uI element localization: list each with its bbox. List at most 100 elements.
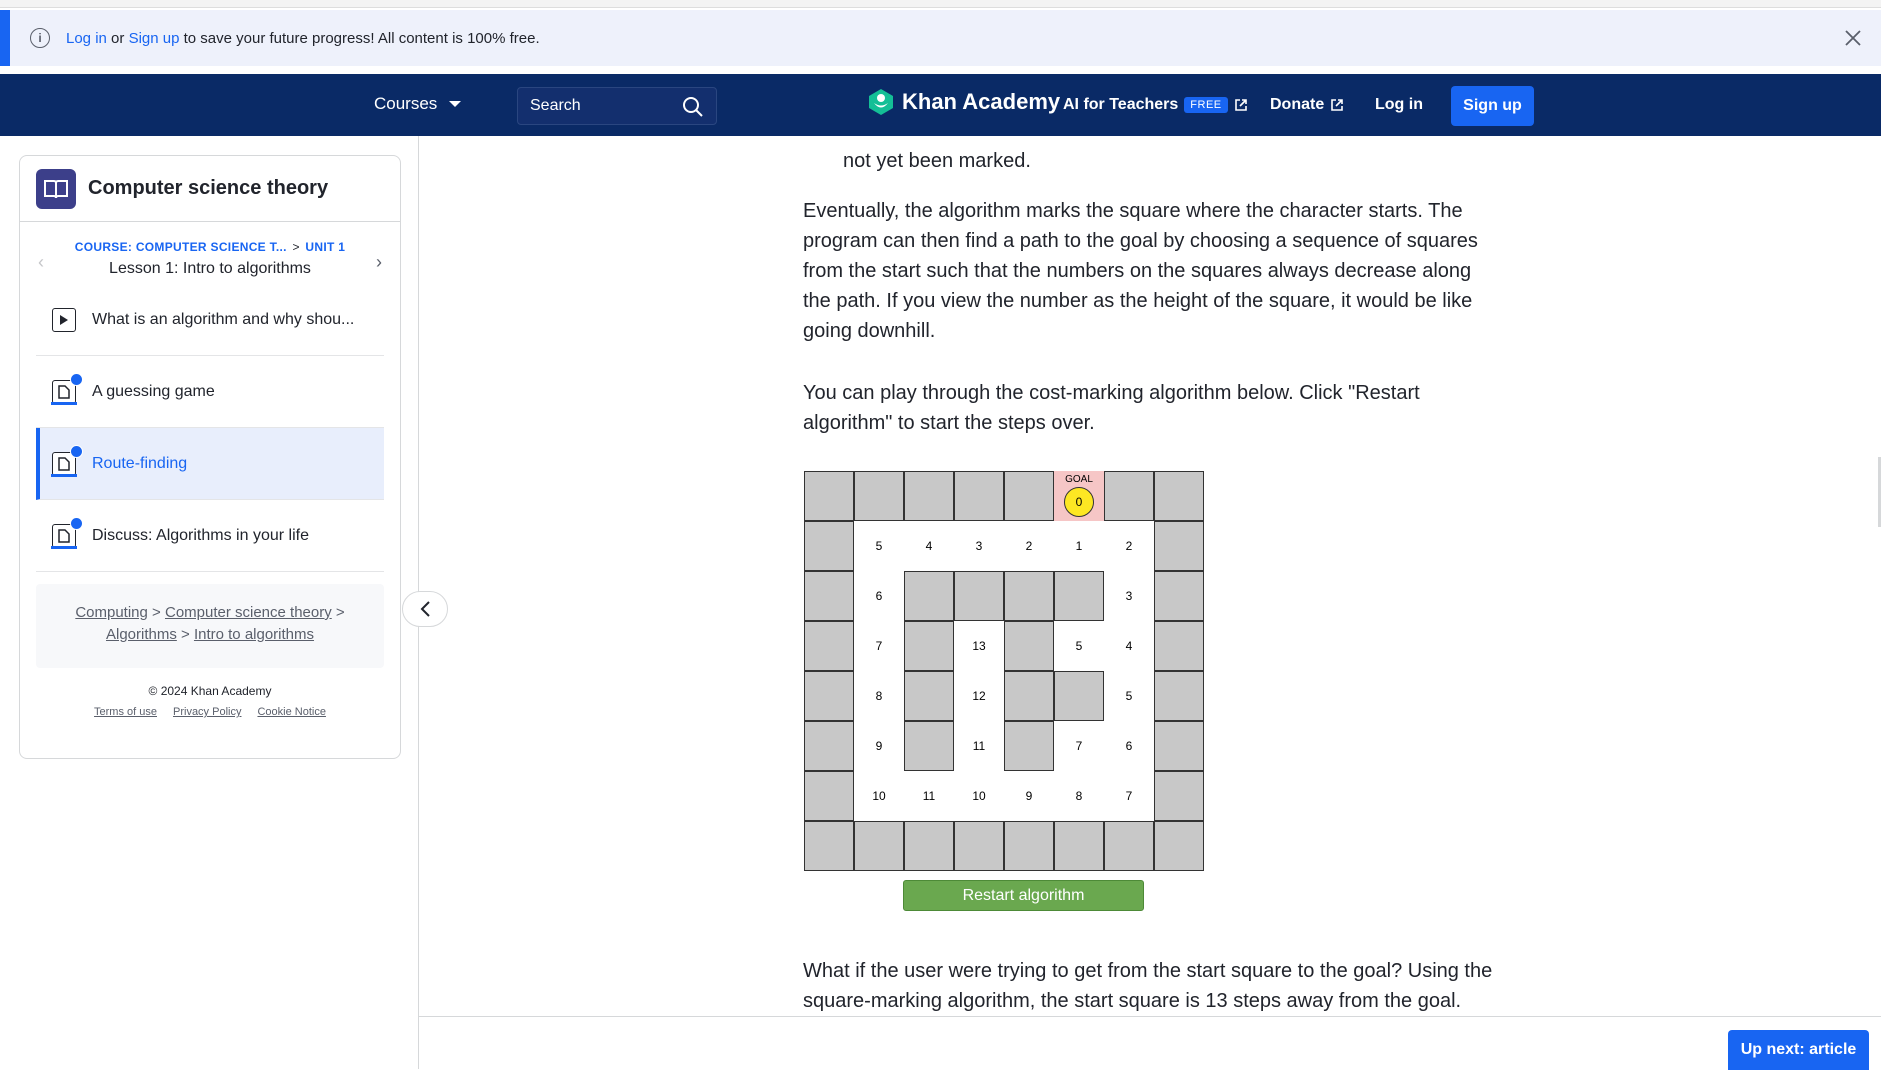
sidebar-header: Computer science theory <box>20 156 400 222</box>
article-paragraph-3: What if the user were trying to get from… <box>803 960 1493 1012</box>
sidebar-item-label: What is an algorithm and why shou... <box>92 310 355 328</box>
crumb-sep: > <box>181 626 190 643</box>
free-badge: FREE <box>1184 97 1228 113</box>
grid-cost-cell: 7 <box>875 639 883 653</box>
progress-bar <box>51 545 77 549</box>
grid-cost-cell: 2 <box>1025 539 1033 553</box>
banner-login-link[interactable]: Log in <box>66 30 107 47</box>
grid-cost-cell: 11 <box>922 789 936 803</box>
lesson-title: Lesson 1: Intro to algorithms <box>109 260 311 277</box>
close-banner-button[interactable] <box>1839 24 1867 52</box>
grid-wall-cell <box>1104 471 1154 521</box>
grid-cost-cell: 3 <box>975 539 983 553</box>
sidebar-item-label: Discuss: Algorithms in your life <box>92 526 309 544</box>
terms-link[interactable]: Terms of use <box>94 706 157 718</box>
grid-wall-cell <box>804 821 854 871</box>
grid-cost-cell: 2 <box>1125 539 1133 553</box>
course-sidebar: Computer science theory ‹ COURSE: COMPUT… <box>19 155 401 759</box>
progress-bar <box>51 473 77 477</box>
grid-cost-cell: 7 <box>1075 739 1083 753</box>
nav-login-link[interactable]: Log in <box>1375 96 1423 114</box>
crumb-sep: > <box>152 604 161 621</box>
grid-cost-cell: 6 <box>1125 739 1133 753</box>
crumb-algorithms[interactable]: Algorithms <box>106 626 177 643</box>
courses-label: Courses <box>374 94 438 113</box>
video-icon <box>52 307 76 332</box>
grid-wall-cell <box>1154 571 1204 621</box>
ai-for-teachers-link[interactable]: AI for Teachers FREE <box>1063 96 1248 114</box>
grid-wall-cell <box>1004 721 1054 771</box>
course-title[interactable]: Computer science theory <box>88 177 328 200</box>
banner-message: to save your future progress! All conten… <box>179 29 540 47</box>
grid-cost-cell: 8 <box>1075 789 1083 803</box>
caret-down-icon <box>449 101 462 107</box>
grid-wall-cell <box>1154 521 1204 571</box>
search-input[interactable] <box>530 97 680 115</box>
sidebar-item-discuss[interactable]: Discuss: Algorithms in your life <box>36 500 384 572</box>
sidebar-item-route-finding[interactable]: Route-finding <box>36 428 384 500</box>
grid-wall-cell <box>904 821 954 871</box>
external-link-icon <box>1234 99 1247 111</box>
chevron-left-icon <box>420 601 430 617</box>
cost-marking-grid: GOAL 0 5 4 3 2 1 2 6 3 7 13 5 4 8 12 5 9 11 7 6 10 11 10 9 8 7 <box>804 471 1204 871</box>
grid-wall-cell <box>804 621 854 671</box>
crumb-computing[interactable]: Computing <box>75 604 148 621</box>
article-paragraph-2: You can play through the cost-marking al… <box>803 382 1420 434</box>
grid-wall-cell <box>1004 671 1054 721</box>
external-link-icon <box>1331 99 1344 111</box>
grid-cost-cell: 9 <box>875 739 883 753</box>
prev-lesson-icon[interactable]: ‹ <box>38 252 44 273</box>
grid-wall-cell <box>854 821 904 871</box>
character-token: 0 <box>1064 487 1094 517</box>
grid-cost-cell: 1 <box>1075 539 1083 553</box>
collapse-sidebar-button[interactable] <box>402 591 448 627</box>
lesson-header: ‹ COURSE: COMPUTER SCIENCE T... > UNIT 1… <box>20 222 400 284</box>
grid-wall-cell <box>804 571 854 621</box>
donate-link[interactable]: Donate <box>1270 96 1344 114</box>
sidebar-item-what-is-algorithm[interactable]: What is an algorithm and why shou... <box>36 284 384 356</box>
article-icon <box>51 516 83 549</box>
completed-check-icon <box>70 444 83 458</box>
browser-tab-strip <box>0 0 1881 8</box>
sidebar-item-guessing-game[interactable]: A guessing game <box>36 356 384 428</box>
top-nav: Courses Khan Academy AI for Teachers FRE… <box>0 74 1881 136</box>
grid-wall-cell <box>1104 821 1154 871</box>
grid-wall-cell <box>804 671 854 721</box>
cookie-link[interactable]: Cookie Notice <box>257 706 325 718</box>
banner-signup-link[interactable]: Sign up <box>129 30 180 47</box>
breadcrumb-course-link[interactable]: COURSE: COMPUTER SCIENCE T... <box>75 240 287 254</box>
khan-academy-logo[interactable]: Khan Academy <box>868 88 1060 116</box>
grid-cost-cell: 10 <box>972 789 986 803</box>
article-cropped-line: not yet been marked. <box>843 150 1031 172</box>
nav-signup-button[interactable]: Sign up <box>1451 86 1534 126</box>
crumb-cs-theory[interactable]: Computer science theory <box>165 604 332 621</box>
search-icon[interactable] <box>682 96 704 118</box>
topic-breadcrumb: Computing > Computer science theory > Al… <box>36 584 384 668</box>
breadcrumb-separator: > <box>292 240 300 254</box>
grid-wall-cell <box>1154 771 1204 821</box>
grid-cost-cell: 4 <box>1125 639 1133 653</box>
grid-cost-cell: 3 <box>1125 589 1133 603</box>
grid-cost-cell: 10 <box>872 789 886 803</box>
search-box[interactable] <box>517 87 717 125</box>
next-lesson-icon[interactable]: › <box>376 252 382 273</box>
login-banner: i Log in or Sign up to save your future … <box>0 10 1881 66</box>
grid-wall-cell <box>804 521 854 571</box>
breadcrumb-unit-link[interactable]: UNIT 1 <box>305 240 345 254</box>
up-next-button[interactable]: Up next: article <box>1728 1030 1869 1070</box>
banner-or-text: or <box>106 29 129 47</box>
bottom-bar: Up next: article <box>419 1016 1881 1070</box>
restart-algorithm-button[interactable]: Restart algorithm <box>903 880 1144 911</box>
grid-cost-cell: 9 <box>1025 789 1033 803</box>
lesson-breadcrumb: COURSE: COMPUTER SCIENCE T... > UNIT 1 <box>20 240 400 254</box>
grid-wall-cell <box>1054 571 1104 621</box>
courses-menu-button[interactable]: Courses <box>374 94 462 114</box>
grid-wall-cell <box>1004 571 1054 621</box>
grid-wall-cell <box>1004 621 1054 671</box>
privacy-link[interactable]: Privacy Policy <box>173 706 241 718</box>
grid-wall-cell <box>1054 671 1104 721</box>
grid-wall-cell <box>1154 671 1204 721</box>
ai-label: AI for Teachers <box>1063 96 1179 113</box>
crumb-intro[interactable]: Intro to algorithms <box>194 626 314 643</box>
khan-leaf-icon <box>869 89 893 115</box>
